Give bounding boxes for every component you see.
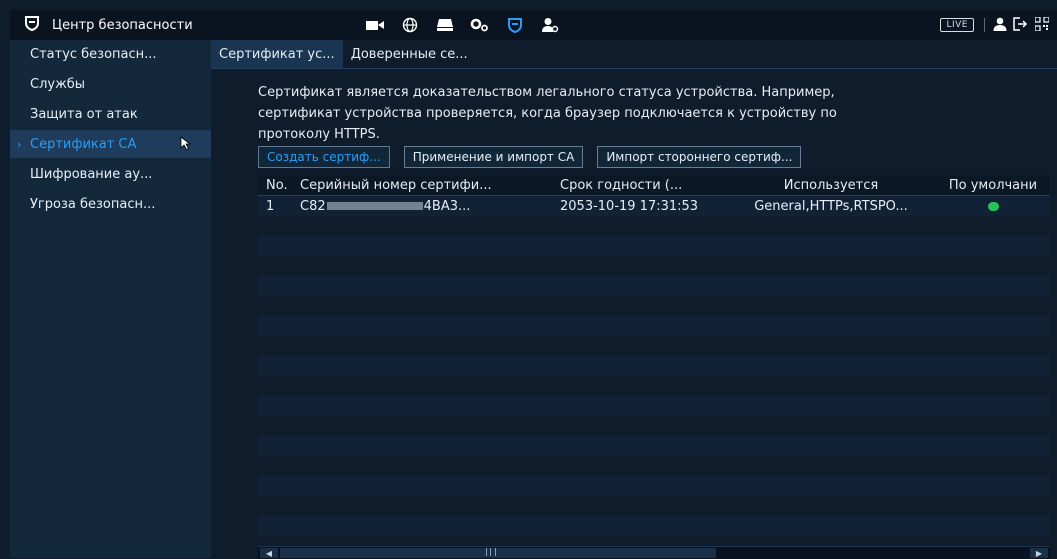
empty-table-row bbox=[258, 396, 1050, 416]
empty-table-row bbox=[258, 316, 1050, 336]
globe-icon[interactable] bbox=[393, 10, 427, 40]
cell-serial: C82 4BA3... bbox=[294, 199, 560, 214]
empty-table-row bbox=[258, 296, 1050, 316]
sidebar-item-attack-protection[interactable]: Защита от атак bbox=[10, 100, 211, 128]
page-title: Центр безопасности bbox=[52, 17, 193, 33]
sidebar-item-label: Защита от атак bbox=[30, 106, 138, 122]
cell-expiry: 2053-10-19 17:31:53 bbox=[560, 198, 699, 214]
action-buttons: Создать сертиф... Применение и импорт CA… bbox=[258, 146, 815, 168]
column-header-default[interactable]: По умолчани bbox=[936, 178, 1050, 193]
header-title-group: Центр безопасности bbox=[24, 15, 193, 35]
column-header-expiry[interactable]: Срок годности (... bbox=[560, 178, 726, 193]
serial-prefix: C82 bbox=[300, 198, 326, 214]
chevron-right-icon: › bbox=[17, 137, 22, 151]
table-row[interactable]: 1 C82 4BA3... 2053-10-19 17:31:53 General… bbox=[258, 196, 1050, 216]
logout-icon[interactable] bbox=[1013, 16, 1029, 35]
default-check-icon bbox=[987, 201, 999, 211]
sidebar-item-services[interactable]: Службы bbox=[10, 70, 211, 98]
camera-icon[interactable] bbox=[358, 10, 392, 40]
sidebar-item-label: Статус безопасн... bbox=[30, 46, 157, 62]
sidebar-item-label: Угроза безопасн... bbox=[30, 196, 156, 212]
serial-suffix: 4BA3... bbox=[423, 198, 471, 214]
description-line: сертификат устройства проверяется, когда… bbox=[258, 106, 837, 121]
certificate-table: No. Серийный номер сертифи... Срок годно… bbox=[258, 175, 1050, 545]
main-panel: Сертификат ус... Доверенные се... Сертиф… bbox=[211, 40, 1057, 559]
column-header-serial[interactable]: Серийный номер сертифи... bbox=[294, 178, 560, 193]
tab-trusted-certificates[interactable]: Доверенные се... bbox=[343, 40, 476, 68]
sidebar-item-label: Службы bbox=[30, 76, 86, 92]
divider bbox=[984, 18, 985, 32]
account-settings-icon[interactable] bbox=[533, 10, 567, 40]
tab-bar: Сертификат ус... Доверенные се... bbox=[211, 40, 1057, 69]
empty-table-row bbox=[258, 236, 1050, 256]
sidebar-item-ca-certificate[interactable]: › Сертификат CA bbox=[10, 130, 211, 158]
apply-import-ca-button[interactable]: Применение и импорт CA bbox=[403, 146, 584, 168]
scroll-right-icon[interactable]: ▶ bbox=[1030, 548, 1048, 558]
cell-default bbox=[936, 199, 1050, 214]
import-third-party-button[interactable]: Импорт стороннего сертиф... bbox=[597, 146, 802, 168]
storage-icon[interactable] bbox=[428, 10, 462, 40]
scrollbar-thumb[interactable] bbox=[280, 548, 716, 558]
user-icon[interactable] bbox=[993, 16, 1007, 35]
redacted-block bbox=[326, 202, 423, 210]
grip-icon bbox=[486, 548, 496, 556]
shield-icon bbox=[24, 15, 40, 35]
horizontal-scrollbar[interactable]: ◀ ▶ bbox=[258, 546, 1050, 559]
qr-icon[interactable] bbox=[1034, 15, 1050, 35]
column-header-no[interactable]: No. bbox=[258, 178, 294, 193]
empty-table-row bbox=[258, 276, 1050, 296]
live-button[interactable]: LIVE bbox=[940, 18, 974, 32]
empty-rows bbox=[258, 216, 1050, 536]
security-shield-icon[interactable] bbox=[498, 10, 532, 40]
empty-table-row bbox=[258, 476, 1050, 496]
empty-table-row bbox=[258, 496, 1050, 516]
description-line: протоколу HTTPS. bbox=[258, 127, 380, 142]
mouse-cursor-icon bbox=[180, 136, 192, 154]
empty-table-row bbox=[258, 416, 1050, 436]
settings-icon[interactable] bbox=[463, 10, 497, 40]
empty-table-row bbox=[258, 216, 1050, 236]
description: Сертификат является доказательством лега… bbox=[258, 82, 978, 145]
top-nav-icons bbox=[270, 10, 568, 40]
column-header-used[interactable]: Используется bbox=[726, 178, 936, 193]
empty-table-row bbox=[258, 336, 1050, 356]
cell-used: General,HTTPs,RTSPO... bbox=[754, 198, 908, 214]
sidebar-item-security-status[interactable]: Статус безопасн... bbox=[10, 40, 211, 68]
create-certificate-button[interactable]: Создать сертиф... bbox=[258, 146, 390, 168]
sidebar-item-audio-encryption[interactable]: Шифрование ау... bbox=[10, 160, 211, 188]
scroll-left-icon[interactable]: ◀ bbox=[260, 548, 278, 558]
sidebar-item-security-threat[interactable]: Угроза безопасн... bbox=[10, 190, 211, 218]
sidebar-item-label: Сертификат CA bbox=[30, 136, 137, 152]
top-bar: Центр безопасности LIVE bbox=[10, 10, 1057, 40]
sidebar-item-label: Шифрование ау... bbox=[30, 166, 153, 182]
empty-table-row bbox=[258, 516, 1050, 536]
top-right-group: LIVE bbox=[940, 10, 1050, 40]
sidebar: Статус безопасн... Службы Защита от атак… bbox=[10, 40, 211, 558]
empty-table-row bbox=[258, 256, 1050, 276]
empty-table-row bbox=[258, 436, 1050, 456]
cell-no: 1 bbox=[266, 198, 275, 214]
empty-table-row bbox=[258, 376, 1050, 396]
empty-table-row bbox=[258, 456, 1050, 476]
empty-table-row bbox=[258, 356, 1050, 376]
description-line: Сертификат является доказательством лега… bbox=[258, 85, 835, 100]
tab-device-certificate[interactable]: Сертификат ус... bbox=[211, 40, 343, 68]
table-header: No. Серийный номер сертифи... Срок годно… bbox=[258, 175, 1050, 196]
